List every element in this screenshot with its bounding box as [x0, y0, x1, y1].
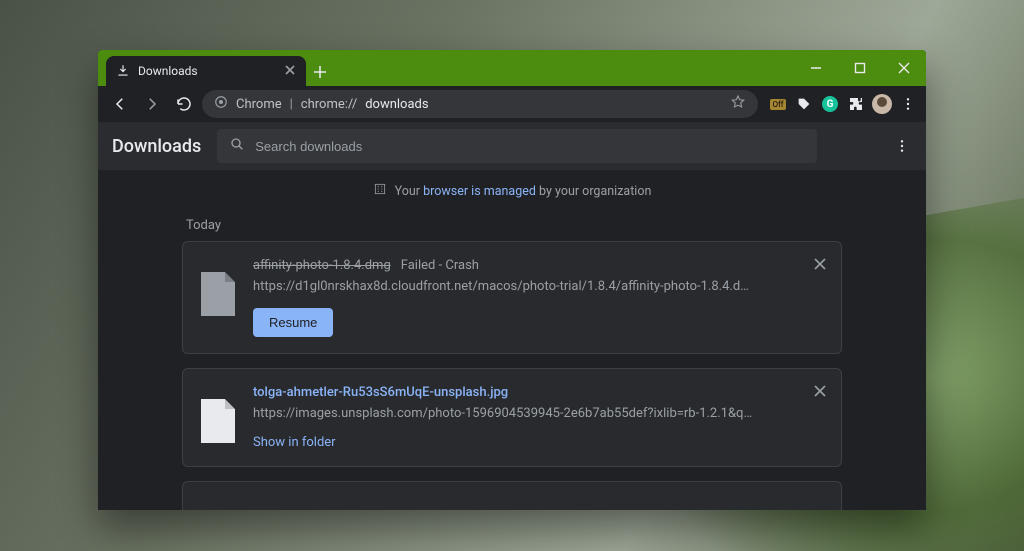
- chrome-window: Downloads Chrome | chrome:// downloads: [98, 50, 926, 510]
- extensions-row: Off G: [762, 94, 918, 114]
- download-card: tolga-ahmetler-Ru53sS6mUqE-unsplash.jpg …: [182, 368, 842, 467]
- forward-button[interactable]: [138, 90, 166, 118]
- managed-banner: Your browser is managed by your organiza…: [98, 170, 926, 208]
- file-icon: [201, 272, 235, 316]
- download-status: Failed - Crash: [401, 258, 479, 273]
- search-downloads-field[interactable]: [217, 129, 817, 163]
- file-icon: [201, 399, 235, 443]
- omnibox-divider: |: [290, 97, 293, 112]
- reload-button[interactable]: [170, 90, 198, 118]
- omnibox-url-path: downloads: [365, 97, 428, 112]
- bookmark-star-icon[interactable]: [730, 94, 746, 114]
- minimize-button[interactable]: [794, 50, 838, 86]
- managed-suffix: by your organization: [536, 184, 651, 199]
- search-input[interactable]: [255, 139, 805, 154]
- managed-prefix: Your: [395, 184, 423, 199]
- download-icon: [116, 64, 130, 78]
- extension-tag-icon[interactable]: [794, 94, 814, 114]
- omnibox-scheme-label: Chrome: [236, 97, 282, 112]
- chrome-menu-icon[interactable]: [898, 94, 918, 114]
- download-url: https://images.unsplash.com/photo-159690…: [253, 406, 823, 421]
- tab-title: Downloads: [138, 64, 276, 78]
- managed-link[interactable]: browser is managed: [423, 184, 536, 199]
- address-bar[interactable]: Chrome | chrome:// downloads: [202, 90, 758, 118]
- downloads-section: Today affinity-photo-1.8.4.dmg Failed - …: [182, 208, 842, 510]
- profile-avatar[interactable]: [872, 94, 892, 114]
- browser-tab[interactable]: Downloads: [106, 56, 306, 86]
- building-icon: [373, 182, 387, 200]
- section-date-label: Today: [182, 208, 842, 241]
- download-url: https://d1gl0nrskhax8d.cloudfront.net/ma…: [253, 279, 823, 294]
- download-filename[interactable]: tolga-ahmetler-Ru53sS6mUqE-unsplash.jpg: [253, 385, 508, 400]
- close-window-button[interactable]: [882, 50, 926, 86]
- remove-download-icon[interactable]: [813, 256, 827, 275]
- search-icon: [229, 136, 245, 156]
- remove-download-icon[interactable]: [813, 383, 827, 402]
- tab-close-icon[interactable]: [284, 64, 296, 79]
- downloads-scroll-area[interactable]: Your browser is managed by your organiza…: [98, 170, 926, 510]
- browser-toolbar: Chrome | chrome:// downloads Off G: [98, 86, 926, 122]
- back-button[interactable]: [106, 90, 134, 118]
- page-title: Downloads: [112, 136, 201, 157]
- download-filename[interactable]: affinity-photo-1.8.4.dmg: [253, 258, 391, 273]
- download-card: affinity-photo-1.8.4.dmg Failed - Crash …: [182, 241, 842, 354]
- extensions-puzzle-icon[interactable]: [846, 94, 866, 114]
- window-titlebar: Downloads: [98, 50, 926, 86]
- window-controls: [794, 50, 926, 86]
- resume-button[interactable]: Resume: [253, 308, 333, 337]
- downloads-more-menu[interactable]: [892, 136, 912, 156]
- maximize-button[interactable]: [838, 50, 882, 86]
- downloads-header: Downloads: [98, 122, 926, 170]
- omnibox-url-prefix: chrome://: [301, 97, 357, 112]
- download-card: [182, 481, 842, 510]
- extension-grammarly-icon[interactable]: G: [820, 94, 840, 114]
- new-tab-button[interactable]: [306, 58, 334, 86]
- chrome-icon: [214, 95, 228, 113]
- show-in-folder-link[interactable]: Show in folder: [253, 435, 336, 450]
- extension-off-badge[interactable]: Off: [768, 94, 788, 114]
